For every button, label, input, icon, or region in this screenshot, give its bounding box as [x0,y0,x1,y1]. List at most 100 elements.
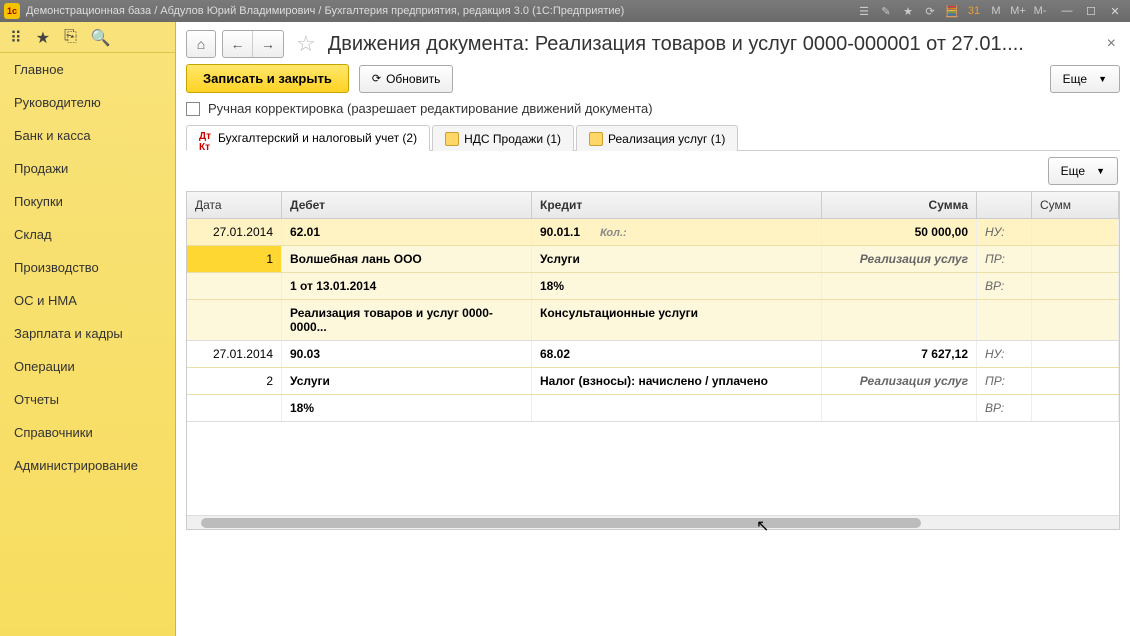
chevron-down-icon: ▼ [1096,166,1105,176]
tool-icon[interactable]: ☰ [856,3,872,19]
tab-icon [589,132,603,146]
calc-icon[interactable]: 🧮 [944,3,960,19]
tab-services[interactable]: Реализация услуг (1) [576,125,738,151]
main-panel: ⌂ ← → ☆ Движения документа: Реализация т… [176,22,1130,636]
save-close-button[interactable]: Записать и закрыть [186,64,349,93]
sidebar-item[interactable]: Банк и касса [0,119,175,152]
tabs: ДтКтБухгалтерский и налоговый учет (2) Н… [186,124,1120,151]
cell-tag: ПР: [977,368,1032,394]
tool-icon[interactable]: ✎ [878,3,894,19]
sidebar: ⠿ ★ ⎘ 🔍 Главное Руководителю Банк и касс… [0,22,176,636]
cell-debit: 62.01 [282,219,532,245]
sidebar-item[interactable]: Руководителю [0,86,175,119]
cell-sum-txt [822,395,977,421]
cell-date: 27.01.2014 [187,219,282,245]
horizontal-scrollbar[interactable] [187,515,1119,529]
tool-icon[interactable]: ★ [900,3,916,19]
col-credit[interactable]: Кредит [532,192,822,218]
chevron-down-icon: ▼ [1098,74,1107,84]
col-sum[interactable]: Сумма [822,192,977,218]
col-sum2[interactable]: Сумм [1032,192,1119,218]
home-button[interactable]: ⌂ [186,30,216,58]
sidebar-item[interactable]: Главное [0,53,175,86]
cell-sum-txt: Реализация услуг [822,368,977,394]
sidebar-item[interactable]: Покупки [0,185,175,218]
cell-n [187,395,282,421]
close-button[interactable]: ✕ [1104,3,1126,19]
cell-tag: НУ: [977,219,1032,245]
window-title: Демонстрационная база / Абдулов Юрий Вла… [26,5,856,17]
forward-button[interactable]: → [253,31,283,57]
cell-credit: 68.02 [532,341,822,367]
cell-credit: 90.01.1Кол.: [532,219,822,245]
tool-m-icon[interactable]: M+ [1010,3,1026,19]
nav-back-forward[interactable]: ← → [222,30,284,58]
refresh-icon: ⟳ [372,72,381,85]
sidebar-item[interactable]: Зарплата и кадры [0,317,175,350]
tool-m-icon[interactable]: M- [1032,3,1048,19]
col-debit[interactable]: Дебет [282,192,532,218]
cell-n [187,273,282,299]
titlebar-tools: ☰ ✎ ★ ⟳ 🧮 31 M M+ M- [856,3,1048,19]
favorites-icon[interactable]: ★ [36,28,50,48]
sidebar-item[interactable]: Отчеты [0,383,175,416]
maximize-button[interactable]: ☐ [1080,3,1102,19]
page-title: Движения документа: Реализация товаров и… [328,33,1024,56]
cell-sum-txt: Реализация услуг [822,246,977,272]
tab-vat-sales[interactable]: НДС Продажи (1) [432,125,574,151]
app-icon: 1c [4,3,20,19]
search-icon[interactable]: 🔍 [91,28,111,48]
close-page-button[interactable]: × [1103,31,1120,57]
sidebar-item[interactable]: Продажи [0,152,175,185]
cell-debit-sub: Услуги [282,368,532,394]
col-tag[interactable] [977,192,1032,218]
cell-debit-sub: 18% [282,395,532,421]
cell-credit-sub: Налог (взносы): начислено / уплачено [532,368,822,394]
favorite-star-icon[interactable]: ☆ [296,31,316,57]
cell-debit-sub: Волшебная лань ООО [282,246,532,272]
cell-sum-txt [822,300,977,340]
cell-tag: ВР: [977,395,1032,421]
grid-more-button[interactable]: Еще▼ [1048,157,1118,185]
col-date[interactable]: Дата [187,192,282,218]
back-button[interactable]: ← [223,31,253,57]
more-button[interactable]: Еще▼ [1050,65,1120,93]
cell-credit-sub: Консультационные услуги [532,300,822,340]
cell-tag: НУ: [977,341,1032,367]
grid-block[interactable]: 27.01.201490.0368.027 627,12НУ:2УслугиНа… [187,341,1119,422]
cell-n: 1 [187,246,282,272]
history-icon[interactable]: ⎘ [64,28,77,48]
sidebar-item[interactable]: Склад [0,218,175,251]
cell-sum: 50 000,00 [822,219,977,245]
sidebar-item[interactable]: Производство [0,251,175,284]
cell-debit: 90.03 [282,341,532,367]
cell-n [187,300,282,340]
scrollbar-thumb[interactable] [201,518,921,528]
sidebar-item[interactable]: Администрирование [0,449,175,482]
tab-icon: ДтКт [199,131,213,145]
cell-tag [977,300,1032,340]
manual-edit-checkbox[interactable] [186,102,200,116]
minimize-button[interactable]: — [1056,3,1078,19]
grid-block[interactable]: 27.01.201462.0190.01.1Кол.:50 000,00НУ: 1… [187,219,1119,341]
cell-credit-sub: Услуги [532,246,822,272]
tool-icon[interactable]: ⟳ [922,3,938,19]
window-titlebar: 1c Демонстрационная база / Абдулов Юрий … [0,0,1130,22]
refresh-button[interactable]: ⟳Обновить [359,65,454,93]
apps-icon[interactable]: ⠿ [10,28,22,48]
sidebar-item[interactable]: Справочники [0,416,175,449]
cell-debit-sub: Реализация товаров и услуг 0000-0000... [282,300,532,340]
cell-credit-sub [532,395,822,421]
cell-tag: ПР: [977,246,1032,272]
accounting-grid: Дата Дебет Кредит Сумма Сумм 27.01.20146… [186,191,1120,530]
manual-edit-label: Ручная корректировка (разрешает редактир… [208,101,653,116]
cell-n: 2 [187,368,282,394]
tab-icon [445,132,459,146]
calendar-icon[interactable]: 31 [966,3,982,19]
sidebar-item[interactable]: Операции [0,350,175,383]
tab-accounting[interactable]: ДтКтБухгалтерский и налоговый учет (2) [186,125,430,151]
cell-sum: 7 627,12 [822,341,977,367]
sidebar-item[interactable]: ОС и НМА [0,284,175,317]
cell-sum-txt [822,273,977,299]
tool-m-icon[interactable]: M [988,3,1004,19]
